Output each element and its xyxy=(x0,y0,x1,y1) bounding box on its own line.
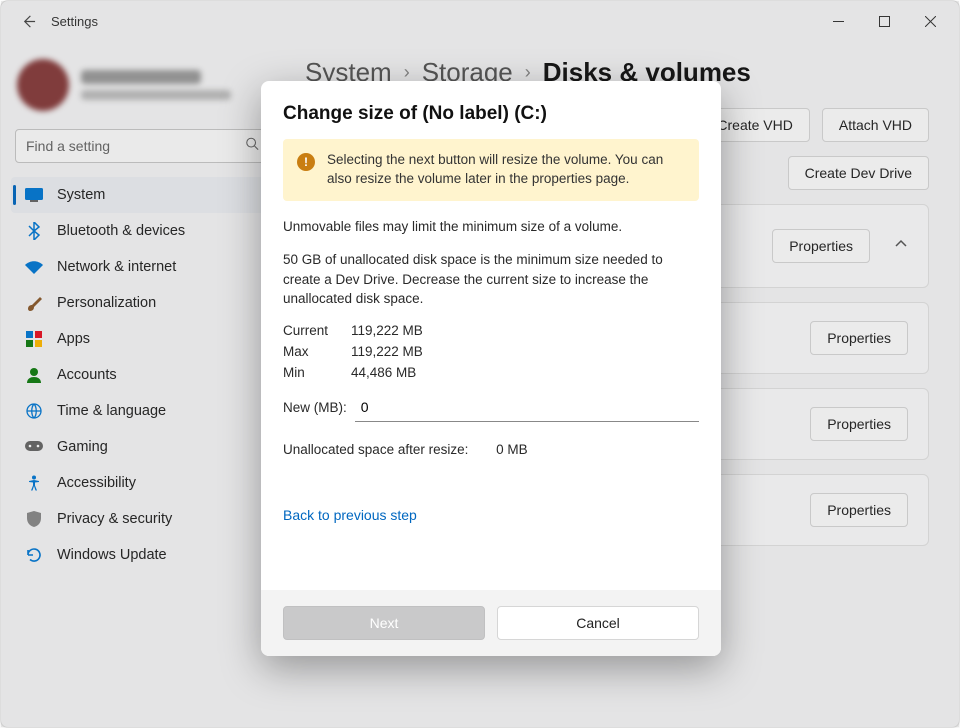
info-text: Unmovable files may limit the minimum si… xyxy=(283,217,699,237)
nav-apps[interactable]: Apps xyxy=(11,321,271,357)
person-icon xyxy=(25,367,43,383)
value-min: 44,486 MB xyxy=(351,365,699,380)
nav-label: Privacy & security xyxy=(57,511,172,527)
nav-bluetooth[interactable]: Bluetooth & devices xyxy=(11,213,271,249)
dialog-title: Change size of (No label) (C:) xyxy=(283,103,699,125)
nav-gaming[interactable]: Gaming xyxy=(11,429,271,465)
shield-icon xyxy=(25,511,43,527)
nav-label: Gaming xyxy=(57,439,108,455)
search-box xyxy=(15,129,267,163)
attach-vhd-button[interactable]: Attach VHD xyxy=(822,108,929,142)
chevron-up-icon xyxy=(894,237,908,256)
globe-icon xyxy=(25,403,43,419)
unallocated-row: Unallocated space after resize: 0 MB xyxy=(283,442,699,457)
nav-accessibility[interactable]: Accessibility xyxy=(11,465,271,501)
warning-icon: ! xyxy=(297,153,315,171)
minimize-icon xyxy=(833,16,844,27)
bluetooth-icon xyxy=(25,222,43,240)
nav-time[interactable]: Time & language xyxy=(11,393,271,429)
apps-icon xyxy=(25,331,43,347)
resize-dialog: Change size of (No label) (C:) ! Selecti… xyxy=(261,81,721,656)
nav-label: Bluetooth & devices xyxy=(57,223,185,239)
properties-button[interactable]: Properties xyxy=(810,321,908,355)
nav-privacy[interactable]: Privacy & security xyxy=(11,501,271,537)
chevron-right-icon: › xyxy=(525,62,531,83)
info-text: 50 GB of unallocated disk space is the m… xyxy=(283,250,699,309)
create-dev-drive-button[interactable]: Create Dev Drive xyxy=(788,156,929,190)
nav-system[interactable]: System xyxy=(11,177,271,213)
nav-label: Accounts xyxy=(57,367,117,383)
brush-icon xyxy=(25,295,43,311)
warning-banner: ! Selecting the next button will resize … xyxy=(283,139,699,201)
label-current: Current xyxy=(283,323,351,338)
maximize-icon xyxy=(879,16,890,27)
label-new: New (MB): xyxy=(283,400,347,415)
nav-list: System Bluetooth & devices Network & int… xyxy=(11,177,271,573)
gamepad-icon xyxy=(25,441,43,453)
nav-accounts[interactable]: Accounts xyxy=(11,357,271,393)
nav-update[interactable]: Windows Update xyxy=(11,537,271,573)
dialog-footer: Next Cancel xyxy=(261,590,721,656)
user-card[interactable] xyxy=(11,49,271,125)
new-size-input[interactable] xyxy=(355,392,699,422)
nav-label: System xyxy=(57,187,105,203)
search-input[interactable] xyxy=(15,129,267,163)
label-min: Min xyxy=(283,365,351,380)
properties-button[interactable]: Properties xyxy=(772,229,870,263)
arrow-left-icon xyxy=(21,14,36,29)
properties-button[interactable]: Properties xyxy=(810,493,908,527)
value-max: 119,222 MB xyxy=(351,344,699,359)
chevron-right-icon: › xyxy=(404,62,410,83)
nav-network[interactable]: Network & internet xyxy=(11,249,271,285)
nav-label: Personalization xyxy=(57,295,156,311)
nav-label: Windows Update xyxy=(57,547,167,563)
nav-label: Accessibility xyxy=(57,475,136,491)
nav-label: Time & language xyxy=(57,403,166,419)
titlebar: Settings xyxy=(1,1,959,41)
minimize-button[interactable] xyxy=(815,5,861,37)
nav-personalization[interactable]: Personalization xyxy=(11,285,271,321)
sidebar: System Bluetooth & devices Network & int… xyxy=(1,41,281,727)
avatar xyxy=(17,59,69,111)
accessibility-icon xyxy=(25,475,43,491)
nav-label: Network & internet xyxy=(57,259,176,275)
close-icon xyxy=(925,16,936,27)
close-button[interactable] xyxy=(907,5,953,37)
value-current: 119,222 MB xyxy=(351,323,699,338)
display-icon xyxy=(25,188,43,202)
wifi-icon xyxy=(25,260,43,274)
search-icon xyxy=(245,137,259,156)
value-unallocated: 0 MB xyxy=(496,442,528,457)
warning-text: Selecting the next button will resize th… xyxy=(327,151,685,189)
cancel-button[interactable]: Cancel xyxy=(497,606,699,640)
properties-button[interactable]: Properties xyxy=(810,407,908,441)
next-button[interactable]: Next xyxy=(283,606,485,640)
nav-label: Apps xyxy=(57,331,90,347)
size-stats: Current 119,222 MB Max 119,222 MB Min 44… xyxy=(283,323,699,380)
label-max: Max xyxy=(283,344,351,359)
update-icon xyxy=(25,547,43,563)
window-title: Settings xyxy=(51,14,98,29)
back-link[interactable]: Back to previous step xyxy=(283,507,699,523)
back-button[interactable] xyxy=(13,6,43,36)
label-unallocated: Unallocated space after resize: xyxy=(283,442,468,457)
maximize-button[interactable] xyxy=(861,5,907,37)
